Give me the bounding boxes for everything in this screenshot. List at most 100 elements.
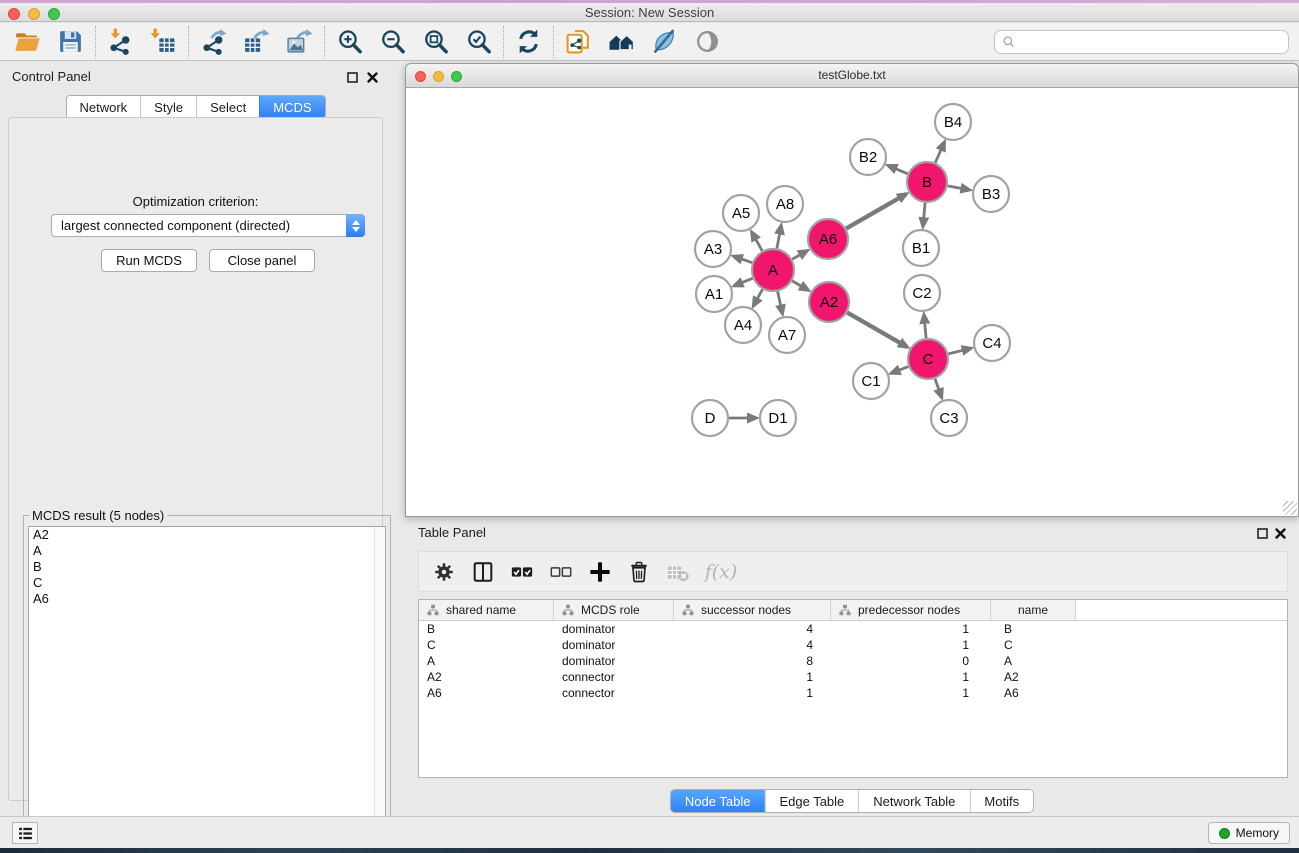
column-header-shared-name[interactable]: shared name bbox=[419, 600, 554, 620]
cell[interactable]: dominator bbox=[554, 621, 674, 637]
result-item-a2[interactable]: A2 bbox=[29, 527, 385, 543]
graph-node-B4[interactable]: B4 bbox=[935, 104, 971, 140]
cell[interactable]: 1 bbox=[674, 685, 831, 701]
graph-node-A4[interactable]: A4 bbox=[725, 307, 761, 343]
cell[interactable]: A2 bbox=[419, 669, 554, 685]
graph-node-A3[interactable]: A3 bbox=[695, 231, 731, 267]
graph-node-A7[interactable]: A7 bbox=[769, 317, 805, 353]
result-item-a[interactable]: A bbox=[29, 543, 385, 559]
cell[interactable]: 8 bbox=[674, 653, 831, 669]
search-input[interactable] bbox=[1021, 33, 1288, 51]
graph-edge-C-C3[interactable] bbox=[935, 379, 942, 398]
graph-node-D1[interactable]: D1 bbox=[760, 400, 796, 436]
column-selector-button[interactable] bbox=[468, 557, 498, 587]
eye-button[interactable] bbox=[686, 26, 729, 58]
refresh-button[interactable] bbox=[507, 26, 550, 58]
zoom-out-button[interactable] bbox=[371, 26, 414, 58]
close-panel-icon[interactable] bbox=[366, 71, 379, 84]
check-all-button[interactable] bbox=[507, 557, 537, 587]
zoom-fit-button[interactable] bbox=[414, 26, 457, 58]
window-resize-grip[interactable] bbox=[1283, 501, 1297, 515]
cell[interactable]: A6 bbox=[991, 685, 1076, 701]
column-header-predecessor-nodes[interactable]: predecessor nodes bbox=[831, 600, 991, 620]
graph-node-D[interactable]: D bbox=[692, 400, 728, 436]
tab-edge-table[interactable]: Edge Table bbox=[764, 790, 858, 812]
table-row-a[interactable]: Adominator80A bbox=[419, 653, 1287, 669]
graph-node-C[interactable]: C bbox=[908, 339, 948, 379]
graph-node-A2[interactable]: A2 bbox=[809, 282, 849, 322]
export-table-button[interactable] bbox=[235, 26, 278, 58]
close-table-panel-icon[interactable] bbox=[1274, 527, 1287, 540]
graph-node-C3[interactable]: C3 bbox=[931, 400, 967, 436]
criterion-select[interactable]: largest connected component (directed) bbox=[51, 214, 365, 237]
tab-mcds[interactable]: MCDS bbox=[259, 96, 324, 118]
float-panel-icon[interactable] bbox=[346, 71, 359, 84]
import-table-button[interactable] bbox=[142, 26, 185, 58]
cell[interactable]: dominator bbox=[554, 637, 674, 653]
cell[interactable]: 1 bbox=[831, 637, 991, 653]
graph-edge-B-B4[interactable] bbox=[935, 142, 944, 163]
column-header-MCDS-role[interactable]: MCDS role bbox=[554, 600, 674, 620]
tab-network-table[interactable]: Network Table bbox=[858, 790, 969, 812]
cell[interactable]: C bbox=[991, 637, 1076, 653]
graph-edge-A-A1[interactable] bbox=[734, 278, 752, 285]
graph-edge-C-C1[interactable] bbox=[892, 367, 909, 374]
column-header-name[interactable]: name bbox=[991, 600, 1076, 620]
graph-node-B1[interactable]: B1 bbox=[903, 230, 939, 266]
result-list-scrollbar[interactable] bbox=[374, 527, 385, 848]
tab-motifs[interactable]: Motifs bbox=[969, 790, 1033, 812]
network-window-titlebar[interactable]: testGlobe.txt bbox=[406, 64, 1298, 88]
result-item-b[interactable]: B bbox=[29, 559, 385, 575]
cell[interactable]: A6 bbox=[419, 685, 554, 701]
tab-style[interactable]: Style bbox=[140, 96, 196, 118]
graph-node-A6[interactable]: A6 bbox=[808, 219, 848, 259]
float-table-panel-icon[interactable] bbox=[1256, 527, 1269, 540]
cell[interactable]: 1 bbox=[831, 621, 991, 637]
tab-network[interactable]: Network bbox=[66, 96, 140, 118]
graph-edge-A6-B[interactable] bbox=[846, 194, 906, 229]
hide-graphics-button[interactable] bbox=[643, 26, 686, 58]
graph-node-B3[interactable]: B3 bbox=[973, 176, 1009, 212]
cell[interactable]: B bbox=[419, 621, 554, 637]
cell[interactable]: connector bbox=[554, 669, 674, 685]
cell[interactable]: C bbox=[419, 637, 554, 653]
column-header-successor-nodes[interactable]: successor nodes bbox=[674, 600, 831, 620]
cell[interactable]: 0 bbox=[831, 653, 991, 669]
graph-edge-B-B1[interactable] bbox=[923, 203, 925, 226]
zoom-selected-button[interactable] bbox=[457, 26, 500, 58]
memory-button[interactable]: Memory bbox=[1208, 822, 1290, 844]
graph-edge-B-B3[interactable] bbox=[948, 186, 970, 190]
graph-node-C2[interactable]: C2 bbox=[904, 275, 940, 311]
graph-edge-A-A2[interactable] bbox=[792, 281, 808, 290]
table-row-a6[interactable]: A6connector11A6 bbox=[419, 685, 1287, 701]
cell[interactable]: 4 bbox=[674, 637, 831, 653]
graph-edge-A2-C[interactable] bbox=[847, 313, 907, 348]
cell[interactable]: B bbox=[991, 621, 1076, 637]
graph-edge-B-B2[interactable] bbox=[888, 166, 907, 174]
cell[interactable]: 1 bbox=[831, 669, 991, 685]
cell[interactable]: 1 bbox=[674, 669, 831, 685]
cell[interactable]: A bbox=[419, 653, 554, 669]
graph-edge-C-C2[interactable] bbox=[924, 315, 926, 338]
graph-edge-A-A3[interactable] bbox=[734, 256, 752, 262]
cell[interactable]: connector bbox=[554, 685, 674, 701]
delete-row-button[interactable] bbox=[624, 557, 654, 587]
table-row-b[interactable]: Bdominator41B bbox=[419, 621, 1287, 637]
task-history-button[interactable] bbox=[12, 822, 38, 844]
clone-network-button[interactable] bbox=[557, 26, 600, 58]
result-item-a6[interactable]: A6 bbox=[29, 591, 385, 607]
graph-edge-A-A7[interactable] bbox=[778, 292, 783, 314]
export-network-button[interactable] bbox=[192, 26, 235, 58]
graph-node-A5[interactable]: A5 bbox=[723, 195, 759, 231]
cell[interactable]: dominator bbox=[554, 653, 674, 669]
result-item-c[interactable]: C bbox=[29, 575, 385, 591]
network-canvas[interactable]: A A6 A2 B C A1 A3 A4 A5 A7 A8 B1 B2 bbox=[406, 88, 1298, 516]
graph-edge-A-A6[interactable] bbox=[792, 251, 807, 259]
table-row-a2[interactable]: A2connector11A2 bbox=[419, 669, 1287, 685]
two-houses-button[interactable] bbox=[600, 26, 643, 58]
open-session-button[interactable] bbox=[6, 26, 49, 58]
graph-edge-A-A5[interactable] bbox=[752, 232, 762, 251]
graph-node-C1[interactable]: C1 bbox=[853, 363, 889, 399]
cell[interactable]: 1 bbox=[831, 685, 991, 701]
gear-button[interactable] bbox=[429, 557, 459, 587]
